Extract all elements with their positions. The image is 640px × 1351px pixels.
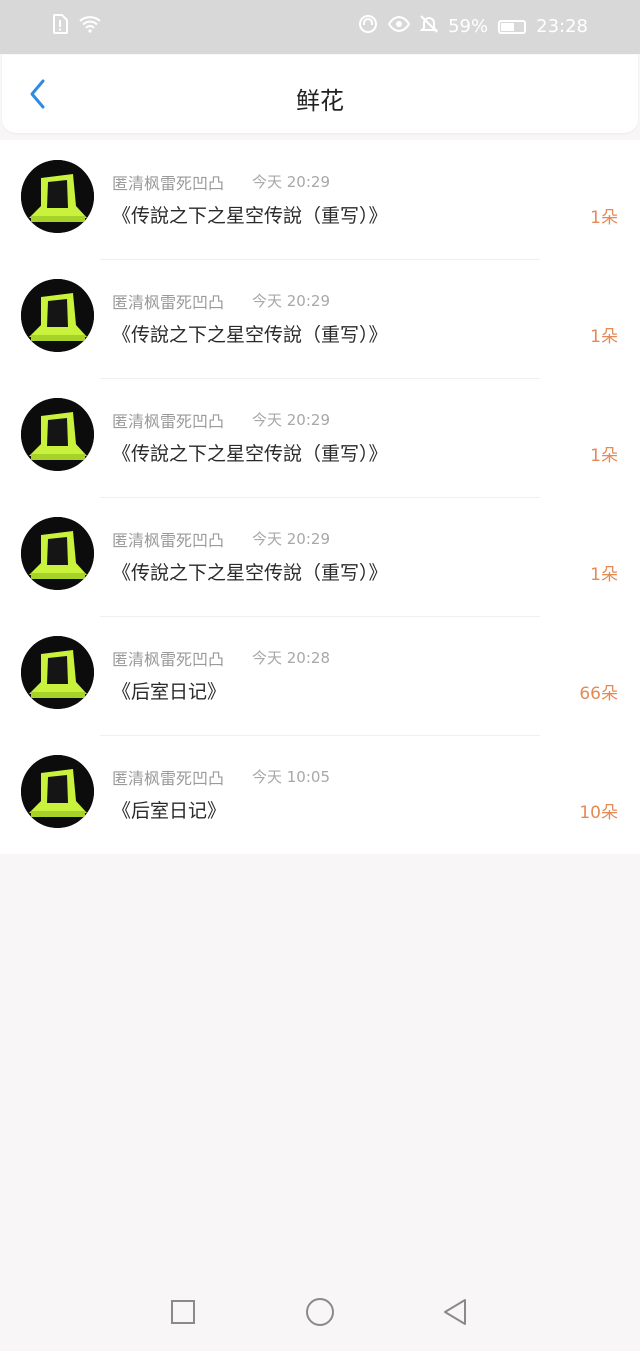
page-title: 鲜花 xyxy=(296,87,344,115)
timestamp: 今天 20:29 xyxy=(252,530,330,548)
username: 匿清枫雷死凹凸 xyxy=(112,531,225,550)
avatar[interactable] xyxy=(21,517,94,590)
book-title[interactable]: 《传說之下之星空传說（重写）》 xyxy=(112,439,388,466)
username: 匿清枫雷死凹凸 xyxy=(112,650,225,669)
list-item[interactable]: 匿清枫雷死凹凸 今天 20:29 《传說之下之星空传說（重写）》 1朵 xyxy=(0,497,640,616)
timestamp: 今天 20:29 xyxy=(252,292,330,310)
list-item[interactable]: 匿清枫雷死凹凸 今天 10:05 《后室日记》 10朵 xyxy=(0,735,640,854)
home-button[interactable] xyxy=(303,1295,337,1329)
list-item[interactable]: 匿清枫雷死凹凸 今天 20:29 《传說之下之星空传說（重写）》 1朵 xyxy=(0,259,640,378)
home-icon xyxy=(306,1298,334,1326)
book-title[interactable]: 《传說之下之星空传說（重写）》 xyxy=(112,558,388,585)
avatar[interactable] xyxy=(21,398,94,471)
clock: 23:28 xyxy=(536,16,588,37)
flower-count: 1朵 xyxy=(590,327,618,347)
mute-bell-icon xyxy=(419,14,439,39)
battery-fill xyxy=(501,22,515,31)
avatar[interactable] xyxy=(21,279,94,352)
flower-count: 1朵 xyxy=(590,446,618,466)
nav-back-button[interactable] xyxy=(438,1295,472,1329)
avatar[interactable] xyxy=(21,636,94,709)
flower-list: 匿清枫雷死凹凸 今天 20:29 《传說之下之星空传說（重写）》 1朵 匿清枫雷死凹凸今… xyxy=(0,140,640,854)
flower-count: 10朵 xyxy=(579,803,618,823)
recent-apps-icon xyxy=(171,1300,195,1324)
wifi-icon xyxy=(78,15,102,37)
username: 匿清枫雷死凹凸 xyxy=(112,174,225,193)
timestamp: 今天 10:05 xyxy=(252,768,330,786)
timestamp: 今天 20:28 xyxy=(252,649,330,667)
sim-alert-icon xyxy=(52,14,68,38)
list-item[interactable]: 匿清枫雷死凹凸 今天 20:29 《传說之下之星空传說（重写）》 1朵 xyxy=(0,378,640,497)
username: 匿清枫雷死凹凸 xyxy=(112,412,225,431)
book-title[interactable]: 《传說之下之星空传說（重写）》 xyxy=(112,201,388,228)
status-bar: 59% 23:28 xyxy=(0,0,640,54)
timestamp: 今天 20:29 xyxy=(252,411,330,429)
avatar[interactable] xyxy=(21,755,94,828)
flower-count: 1朵 xyxy=(590,208,618,228)
battery-percent: 59% xyxy=(448,16,489,37)
recent-apps-button[interactable] xyxy=(166,1295,200,1329)
timestamp: 今天 20:29 xyxy=(252,173,330,191)
username: 匿清枫雷死凹凸 xyxy=(112,769,225,788)
username: 匿清枫雷死凹凸 xyxy=(112,293,225,312)
status-right: 59% 23:28 xyxy=(358,14,588,39)
back-icon xyxy=(444,1299,466,1325)
header: 鲜花 xyxy=(2,55,638,133)
book-title[interactable]: 《传說之下之星空传說（重写）》 xyxy=(112,320,388,347)
book-title[interactable]: 《后室日记》 xyxy=(112,796,226,823)
battery-icon xyxy=(498,19,527,34)
book-title[interactable]: 《后室日记》 xyxy=(112,677,226,704)
status-left xyxy=(52,14,102,38)
avatar[interactable] xyxy=(21,160,94,233)
headset-icon xyxy=(358,14,378,39)
navigation-bar xyxy=(0,1273,640,1351)
eye-icon xyxy=(387,15,411,37)
list-item[interactable]: 匿清枫雷死凹凸 今天 20:28 《后室日记》 66朵 xyxy=(0,616,640,735)
flower-count: 66朵 xyxy=(579,684,618,704)
list-item[interactable]: 匿清枫雷死凹凸 今天 20:29 《传說之下之星空传說（重写）》 1朵 xyxy=(0,140,640,259)
flower-count: 1朵 xyxy=(590,565,618,585)
